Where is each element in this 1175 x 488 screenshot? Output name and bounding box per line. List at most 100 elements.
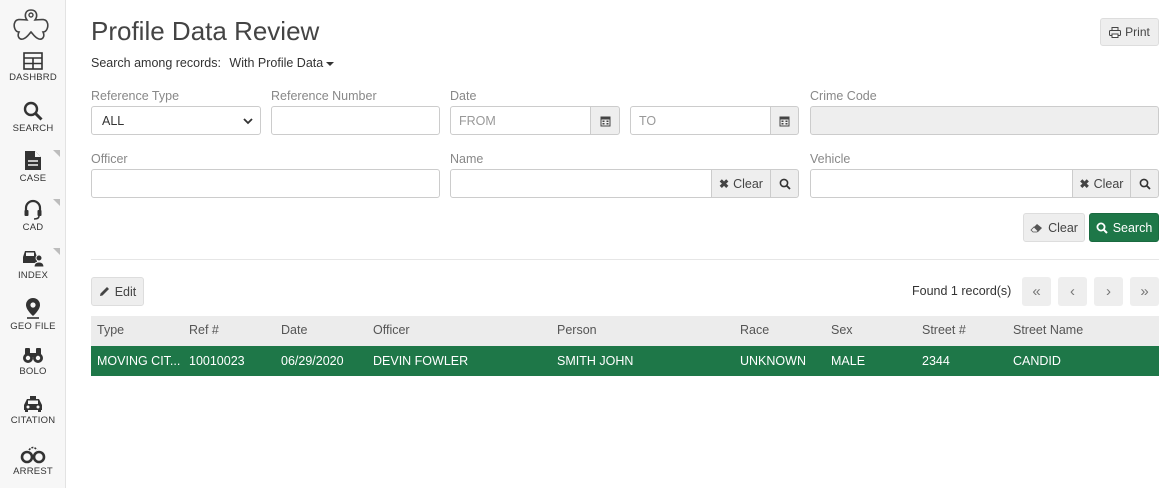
first-page-button[interactable]: « bbox=[1022, 277, 1051, 306]
nav-case[interactable]: CASE bbox=[0, 150, 66, 199]
cell-officer: DEVIN FOWLER bbox=[373, 354, 469, 368]
cell-street-name: CANDID bbox=[1013, 354, 1061, 368]
nav-citation[interactable]: CITATION bbox=[0, 395, 66, 444]
file-icon bbox=[25, 151, 41, 170]
chevron-left-icon: ‹ bbox=[1070, 283, 1075, 300]
pencil-icon bbox=[99, 287, 109, 296]
sidebar: DASHBRD SEARCH CASE CAD INDEX GEO FILE B… bbox=[0, 0, 66, 488]
double-chevron-right-icon: » bbox=[1140, 283, 1149, 300]
crime-code-input bbox=[810, 106, 1159, 135]
nav-label-search: SEARCH bbox=[12, 123, 54, 134]
nav-label-cad: CAD bbox=[22, 222, 44, 233]
eraser-icon bbox=[1030, 224, 1043, 233]
date-to-input[interactable]: TO bbox=[630, 106, 771, 135]
column-header-race[interactable]: Race bbox=[740, 323, 769, 337]
nav-label-case: CASE bbox=[19, 173, 47, 184]
last-page-button[interactable]: » bbox=[1130, 277, 1159, 306]
headset-icon bbox=[24, 199, 42, 220]
nav-label-bolo: BOLO bbox=[19, 366, 47, 377]
name-label: Name bbox=[450, 152, 484, 166]
column-header-type[interactable]: Type bbox=[97, 323, 124, 337]
search-icon bbox=[1139, 178, 1151, 190]
nav-label-geo-file: GEO FILE bbox=[10, 321, 56, 332]
nav-index[interactable]: INDEX bbox=[0, 248, 66, 297]
prev-page-button[interactable]: ‹ bbox=[1058, 277, 1087, 306]
date-to-calendar-button[interactable] bbox=[770, 106, 799, 135]
search-among-row: Search among records: With Profile Data bbox=[91, 56, 335, 70]
search-icon bbox=[23, 101, 43, 121]
vehicle-input[interactable] bbox=[810, 169, 1073, 198]
column-header-street-name[interactable]: Street Name bbox=[1013, 323, 1083, 337]
search-among-label: Search among records: bbox=[91, 56, 221, 70]
calendar-icon bbox=[779, 116, 790, 126]
dashboard-icon bbox=[23, 52, 43, 70]
times-icon: ✖ bbox=[719, 176, 730, 191]
search-among-value: With Profile Data bbox=[229, 56, 324, 70]
column-header-street-number[interactable]: Street # bbox=[922, 323, 966, 337]
vehicle-label: Vehicle bbox=[810, 152, 851, 166]
page-title: Profile Data Review bbox=[91, 16, 320, 46]
search-icon bbox=[1096, 222, 1108, 234]
reference-type-value: ALL bbox=[102, 113, 125, 128]
chevron-right-icon: › bbox=[1106, 283, 1111, 300]
printer-icon bbox=[1109, 26, 1122, 38]
table-row[interactable]: MOVING CIT... 10010023 06/29/2020 DEVIN … bbox=[91, 346, 1159, 376]
name-input[interactable] bbox=[450, 169, 712, 198]
handcuffs-icon bbox=[20, 446, 46, 464]
table-header: Type Ref # Date Officer Person Race Sex … bbox=[91, 316, 1159, 346]
cell-race: UNKNOWN bbox=[740, 354, 806, 368]
car-person-icon bbox=[23, 251, 45, 268]
submenu-indicator bbox=[53, 150, 60, 157]
cell-sex: MALE bbox=[831, 354, 866, 368]
column-header-officer[interactable]: Officer bbox=[373, 323, 410, 337]
officer-label: Officer bbox=[91, 152, 128, 166]
reference-type-select[interactable]: ALL bbox=[91, 106, 261, 135]
search-button[interactable]: Search bbox=[1089, 213, 1159, 242]
calendar-icon bbox=[600, 116, 610, 126]
nav-arrest[interactable]: ARREST bbox=[0, 444, 66, 488]
vehicle-search-button[interactable] bbox=[1130, 169, 1159, 198]
chevron-down-icon bbox=[243, 118, 253, 125]
cell-date: 06/29/2020 bbox=[281, 354, 344, 368]
print-button[interactable]: Print bbox=[1100, 18, 1159, 46]
map-pin-icon bbox=[26, 298, 40, 319]
double-chevron-left-icon: « bbox=[1032, 283, 1041, 300]
times-icon: ✖ bbox=[1079, 176, 1090, 191]
edit-button[interactable]: Edit bbox=[91, 277, 144, 306]
binoculars-icon bbox=[23, 348, 43, 363]
column-header-ref[interactable]: Ref # bbox=[189, 323, 219, 337]
search-button-label: Search bbox=[1112, 220, 1153, 235]
date-from-calendar-button[interactable] bbox=[590, 106, 620, 135]
name-search-button[interactable] bbox=[770, 169, 799, 198]
name-clear-button[interactable]: ✖ Clear bbox=[711, 169, 771, 198]
cell-ref: 10010023 bbox=[189, 354, 245, 368]
crime-code-label: Crime Code bbox=[810, 89, 877, 103]
officer-input[interactable] bbox=[91, 169, 440, 198]
nav-label-arrest: ARREST bbox=[13, 466, 53, 477]
vehicle-clear-label: Clear bbox=[1093, 176, 1124, 191]
nav-label-dashboard: DASHBRD bbox=[9, 72, 57, 83]
clear-button[interactable]: Clear bbox=[1023, 213, 1085, 242]
car-icon bbox=[24, 396, 42, 412]
nav-geo-file[interactable]: GEO FILE bbox=[0, 297, 66, 346]
next-page-button[interactable]: › bbox=[1094, 277, 1123, 306]
column-header-date[interactable]: Date bbox=[281, 323, 307, 337]
edit-button-label: Edit bbox=[114, 284, 137, 299]
divider bbox=[91, 259, 1159, 260]
search-among-dropdown[interactable]: With Profile Data bbox=[229, 56, 335, 70]
nav-dashboard[interactable]: DASHBRD bbox=[0, 52, 66, 101]
nav-bolo[interactable]: BOLO bbox=[0, 346, 66, 395]
submenu-indicator bbox=[53, 248, 60, 255]
cell-type: MOVING CIT... bbox=[97, 354, 181, 368]
vehicle-clear-button[interactable]: ✖ Clear bbox=[1072, 169, 1131, 198]
nav-search[interactable]: SEARCH bbox=[0, 101, 66, 150]
reference-number-input[interactable] bbox=[271, 106, 440, 135]
reference-type-label: Reference Type bbox=[91, 89, 180, 103]
cell-street-number: 2344 bbox=[922, 354, 950, 368]
date-from-input[interactable]: FROM bbox=[450, 106, 591, 135]
column-header-person[interactable]: Person bbox=[557, 323, 597, 337]
nav-cad[interactable]: CAD bbox=[0, 199, 66, 248]
column-header-sex[interactable]: Sex bbox=[831, 323, 853, 337]
clear-button-label: Clear bbox=[1048, 220, 1078, 235]
app-logo-icon bbox=[13, 9, 49, 40]
